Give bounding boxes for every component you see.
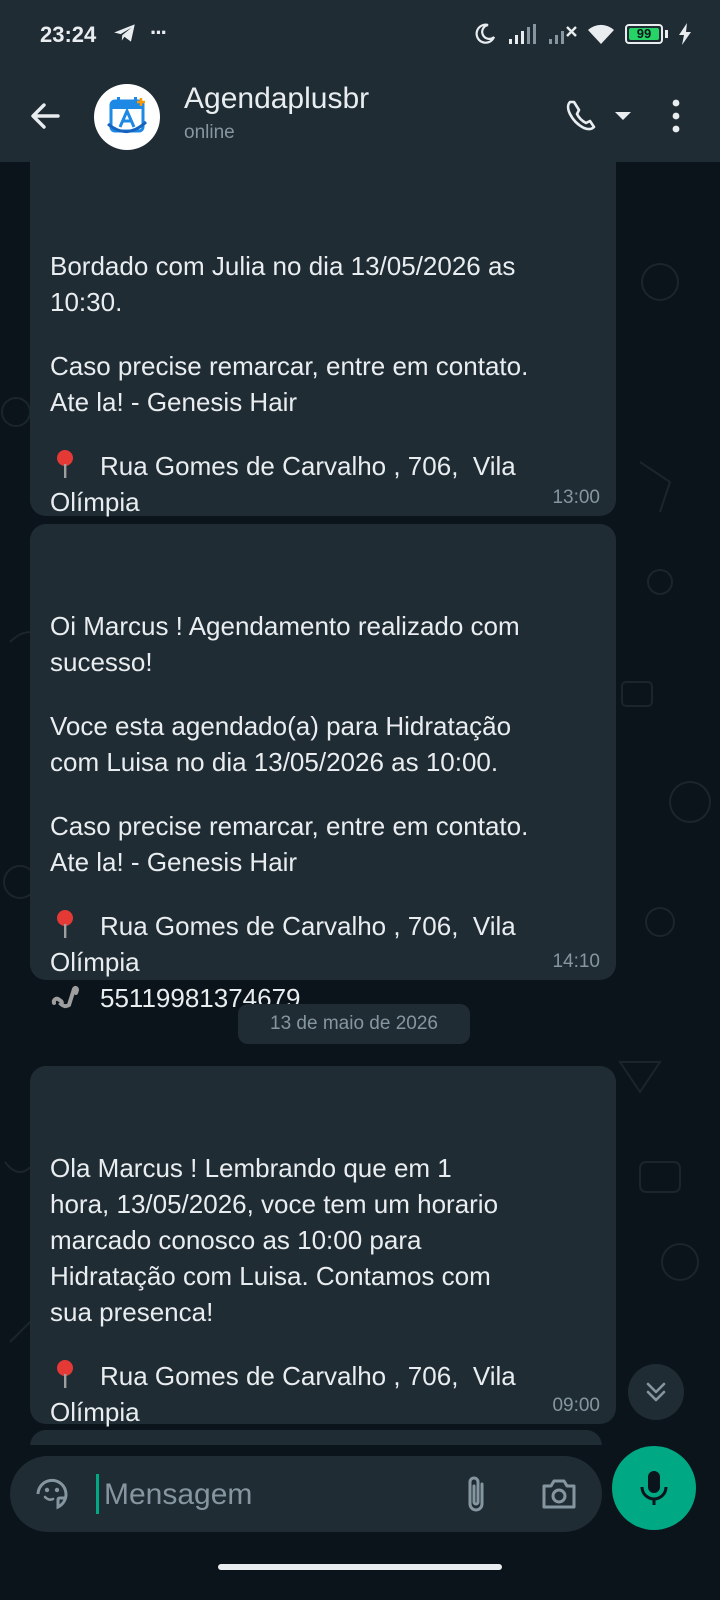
emoji-sticker-button[interactable]	[32, 1474, 72, 1514]
address-line: Olímpia	[50, 947, 140, 977]
scroll-to-bottom-button[interactable]	[628, 1364, 684, 1420]
message-timestamp: 13:00	[552, 487, 600, 508]
voice-call-button[interactable]	[562, 92, 642, 140]
address-line: Rua Gomes de Carvalho , 706, Vila	[50, 1358, 598, 1394]
more-notifications-icon: ···	[150, 20, 168, 45]
camera-button[interactable]	[538, 1474, 580, 1514]
message-line: Caso precise remarcar, entre em contato.	[50, 811, 529, 841]
paperclip-icon	[468, 1476, 484, 1512]
wifi-icon	[588, 24, 614, 44]
status-right-icons: 99	[473, 22, 692, 46]
chevron-down-icon	[615, 112, 631, 120]
charging-bolt-icon	[679, 23, 691, 45]
message-list[interactable]: Bordado com Julia no dia 13/05/2026 as 10…	[0, 162, 720, 1445]
round-pushpin-icon	[57, 910, 73, 938]
status-bar: 23:24 ··· 99	[0, 0, 720, 70]
message-line: hora, 13/05/2026, voce tem um horario	[50, 1189, 499, 1219]
address-line: Olímpia	[50, 487, 140, 517]
kebab-menu-icon	[672, 99, 680, 133]
home-gesture-handle[interactable]	[218, 1564, 502, 1570]
microphone-icon	[640, 1471, 668, 1505]
back-button[interactable]	[22, 92, 70, 140]
message-line: Ola Marcus ! Lembrando que em 1	[50, 1153, 452, 1183]
round-pushpin-icon	[57, 1360, 73, 1388]
message-bubble-peek[interactable]	[30, 1430, 602, 1445]
message-text	[50, 220, 598, 248]
message-bubble-1[interactable]: Bordado com Julia no dia 13/05/2026 as 10…	[30, 162, 616, 553]
message-line: Oi Marcus ! Agendamento realizado com	[50, 611, 520, 641]
contact-name[interactable]: Agendaplusbr	[184, 82, 369, 116]
phone-icon	[566, 100, 596, 131]
message-composer	[10, 1456, 602, 1532]
message-line: Hidratação com Luisa. Contamos com	[50, 1261, 491, 1291]
text-cursor	[96, 1474, 99, 1514]
message-line: Voce esta agendado(a) para Hidratação	[50, 711, 512, 741]
do-not-disturb-moon-icon	[475, 23, 496, 44]
address-line: Rua Gomes de Carvalho , 706, Vila	[50, 908, 598, 944]
message-bubble-2[interactable]: Oi Marcus ! Agendamento realizado com suc…	[30, 524, 616, 1013]
battery-tip	[665, 30, 668, 38]
more-options-button[interactable]	[660, 92, 692, 140]
voice-message-button[interactable]	[612, 1446, 696, 1530]
message-line: Caso precise remarcar, entre em contato.	[50, 351, 529, 381]
round-pushpin-icon	[57, 450, 73, 478]
contact-avatar[interactable]	[94, 84, 160, 150]
telephone-receiver-icon	[51, 985, 80, 1009]
telegram-icon	[114, 24, 135, 42]
message-line: Ate la! - Genesis Hair	[50, 847, 298, 877]
camera-icon	[542, 1479, 576, 1509]
battery-icon: 99	[625, 24, 663, 44]
status-notification-icons: ···	[112, 20, 168, 46]
message-line: 10:30.	[50, 287, 123, 317]
address-line: Rua Gomes de Carvalho , 706, Vila	[50, 448, 598, 484]
chat-header: Agendaplusbr online	[0, 70, 720, 162]
signal-bars-no-service-icon	[549, 26, 577, 44]
agenda-calendar-logo-icon	[107, 97, 148, 133]
system-navigation-bar	[0, 1545, 720, 1600]
contact-status: online	[184, 122, 235, 143]
double-chevron-down-icon	[646, 1382, 666, 1402]
sticker-smiley-icon	[36, 1478, 68, 1510]
message-line: Ate la! - Genesis Hair	[50, 387, 298, 417]
message-bubble-3[interactable]: Ola Marcus ! Lembrando que em 1 hora, 13/…	[30, 1066, 616, 1445]
signal-bars-icon	[509, 24, 536, 44]
address-text: Rua Gomes de Carvalho , 706, Vila	[100, 911, 516, 941]
message-input[interactable]	[102, 1470, 436, 1520]
message-line: com Luisa no dia 13/05/2026 as 10:00.	[50, 747, 499, 777]
message-line: sucesso!	[50, 647, 153, 677]
battery-level: 99	[636, 26, 652, 41]
message-line: sua presenca!	[50, 1297, 214, 1327]
message-timestamp: 09:00	[552, 1395, 600, 1416]
address-text: Rua Gomes de Carvalho , 706, Vila	[100, 1361, 516, 1391]
date-divider: 13 de maio de 2026	[238, 1004, 470, 1044]
attach-button[interactable]	[456, 1472, 496, 1516]
message-timestamp: 14:10	[552, 951, 600, 972]
message-line: Bordado com Julia no dia 13/05/2026 as	[50, 251, 516, 281]
arrow-left-icon	[31, 103, 60, 129]
address-line: Olímpia	[50, 1397, 140, 1427]
status-time: 23:24	[40, 22, 97, 47]
message-line: marcado conosco as 10:00 para	[50, 1225, 422, 1255]
address-text: Rua Gomes de Carvalho , 706, Vila	[100, 451, 516, 481]
